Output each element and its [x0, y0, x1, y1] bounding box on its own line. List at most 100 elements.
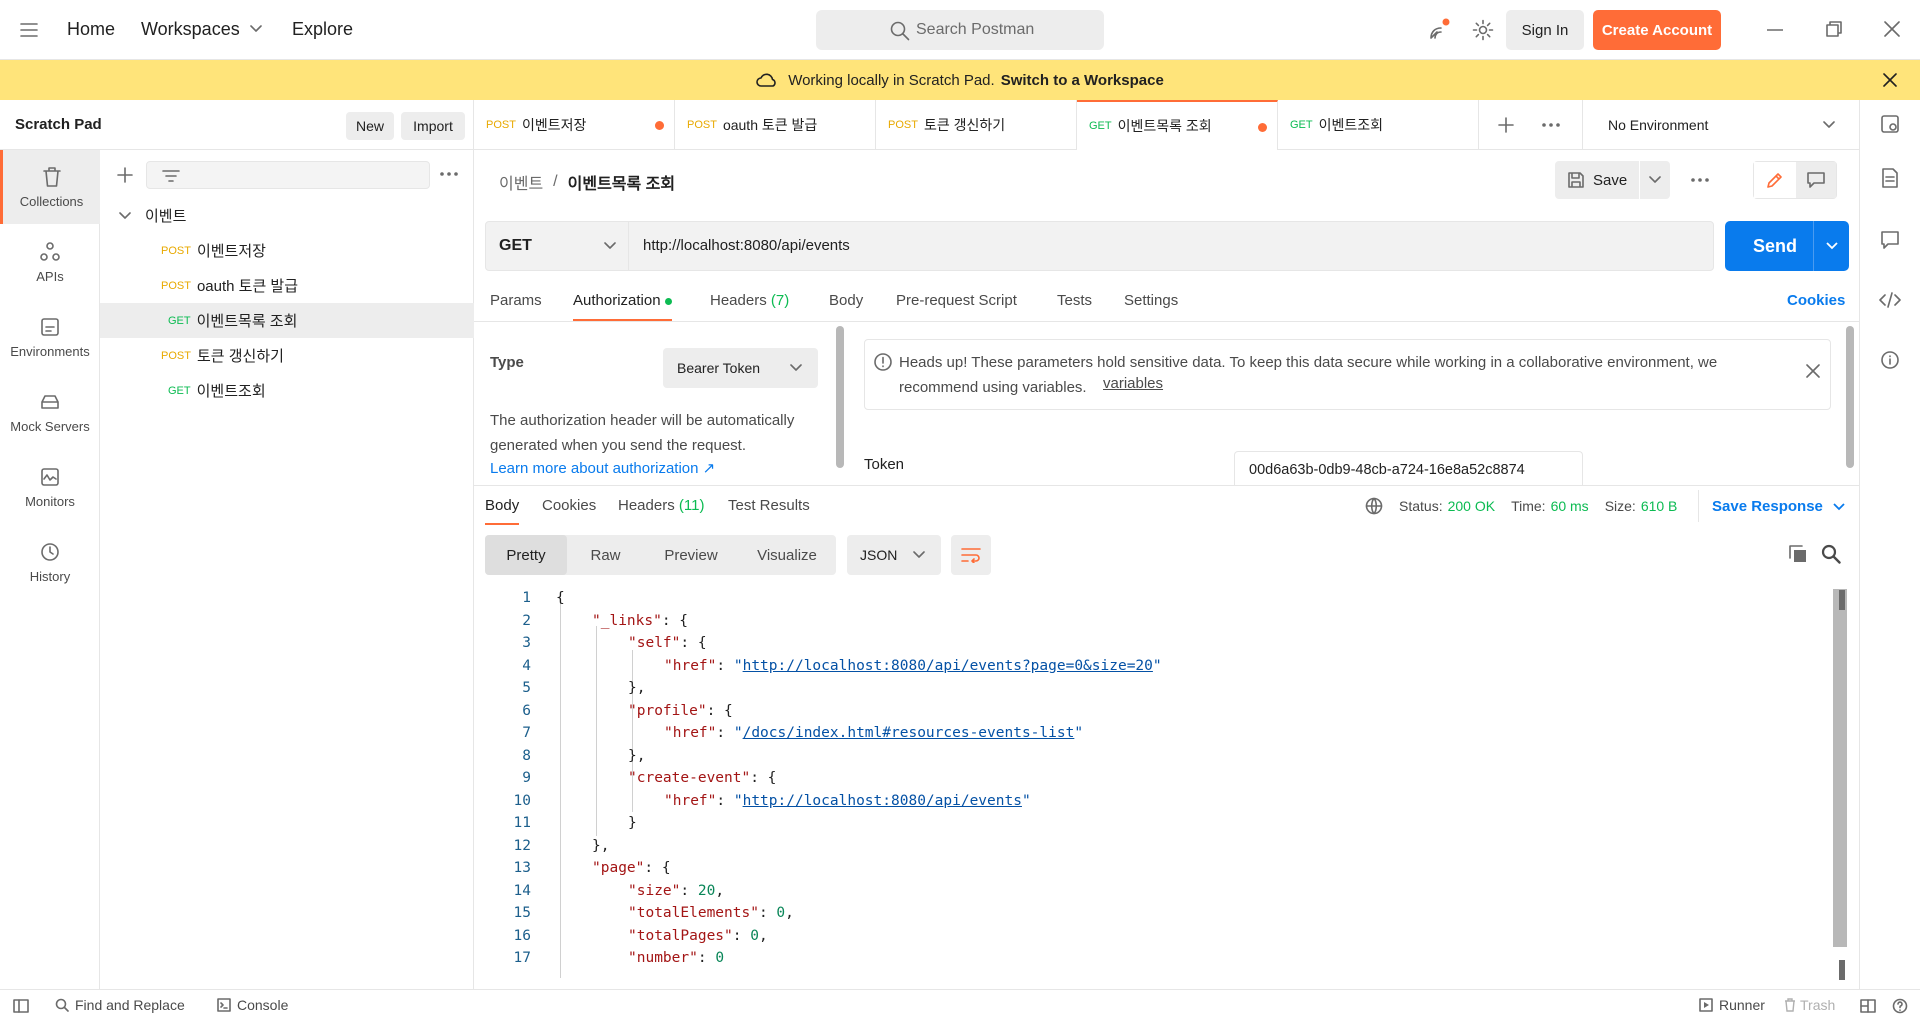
cookies-link[interactable]: Cookies	[1787, 292, 1845, 309]
copy-icon[interactable]	[1788, 544, 1808, 564]
method-select[interactable]: GET	[486, 222, 629, 270]
response-tab-headers[interactable]: Headers (11)	[618, 497, 704, 514]
scroll-thumb[interactable]	[1839, 960, 1845, 980]
nav-environments[interactable]: Environments	[0, 300, 100, 374]
tree-item[interactable]: POST oauth 토큰 발급	[100, 268, 474, 303]
breadcrumb-parent[interactable]: 이벤트	[499, 170, 543, 194]
code-icon[interactable]	[1879, 292, 1901, 308]
variables-link[interactable]: variables	[1103, 375, 1184, 392]
response-tab-body[interactable]: Body	[485, 497, 520, 525]
close-window-icon[interactable]	[1884, 21, 1900, 37]
status-value[interactable]: 200 OK	[1448, 498, 1495, 514]
learn-more-link[interactable]: Learn more about authorization ↗	[490, 459, 715, 477]
environment-quicklook-icon[interactable]	[1880, 114, 1900, 134]
menu-icon[interactable]	[20, 22, 38, 38]
filter-input[interactable]	[146, 161, 430, 189]
tree-item-selected[interactable]: GET 이벤트목록 조회	[100, 303, 474, 338]
close-icon[interactable]	[1806, 364, 1820, 378]
info-icon[interactable]	[1880, 350, 1900, 370]
tab-params[interactable]: Params	[490, 292, 542, 309]
request-tab[interactable]: POST oauth 토큰 발급	[675, 100, 876, 150]
json-token: "href"	[664, 792, 717, 809]
tree-item[interactable]: GET 이벤트조회	[100, 373, 474, 408]
token-input[interactable]: 00d6a63b-0db9-48cb-a724-16e8a52c8874	[1234, 451, 1583, 485]
tab-settings[interactable]: Settings	[1124, 292, 1178, 309]
edit-icon[interactable]	[1754, 162, 1796, 198]
save-button[interactable]: Save	[1555, 161, 1670, 199]
layout-icon[interactable]	[1860, 999, 1876, 1013]
sign-in-button[interactable]: Sign In	[1506, 10, 1584, 50]
nav-workspaces[interactable]: Workspaces	[141, 19, 240, 40]
breadcrumb-current[interactable]: 이벤트목록 조회	[568, 170, 676, 194]
find-replace-button[interactable]: Find and Replace	[55, 997, 185, 1013]
close-icon[interactable]	[1883, 73, 1897, 87]
import-button[interactable]: Import	[401, 112, 465, 140]
request-tab-active[interactable]: GET 이벤트목록 조회	[1077, 100, 1278, 150]
gear-icon[interactable]	[1472, 19, 1494, 41]
view-preview[interactable]: Preview	[644, 547, 738, 564]
switch-workspace-link[interactable]: Switch to a Workspace	[1001, 72, 1164, 89]
view-pretty[interactable]: Pretty	[485, 535, 567, 575]
add-tab-icon[interactable]	[1498, 117, 1514, 133]
request-tab[interactable]: POST 토큰 갱신하기	[876, 100, 1077, 150]
search-icon[interactable]	[1821, 544, 1841, 564]
search-bar[interactable]: Search Postman	[816, 10, 1104, 50]
time-value[interactable]: 60 ms	[1551, 498, 1589, 514]
save-dropdown[interactable]	[1639, 161, 1670, 199]
request-tab[interactable]: POST 이벤트저장	[474, 100, 675, 150]
auth-scrollbar[interactable]	[836, 326, 844, 468]
environment-selector[interactable]: No Environment	[1582, 100, 1859, 150]
view-raw[interactable]: Raw	[567, 547, 644, 564]
view-visualize[interactable]: Visualize	[738, 547, 836, 564]
wrap-lines-icon[interactable]	[951, 535, 991, 575]
more-tabs-icon[interactable]	[1542, 123, 1560, 127]
nav-mock-servers[interactable]: Mock Servers	[0, 375, 100, 449]
restore-icon[interactable]	[1826, 21, 1842, 37]
new-button[interactable]: New	[346, 112, 394, 140]
nav-home[interactable]: Home	[67, 19, 115, 40]
tab-tests[interactable]: Tests	[1057, 292, 1092, 309]
scroll-thumb[interactable]	[1839, 590, 1845, 610]
tab-headers[interactable]: Headers (7)	[710, 292, 789, 309]
nav-monitors[interactable]: Monitors	[0, 450, 100, 524]
satellite-icon[interactable]	[1427, 18, 1451, 42]
sidebar-toggle-icon[interactable]	[13, 999, 29, 1013]
collection-folder[interactable]: 이벤트	[100, 198, 474, 233]
plus-icon[interactable]	[117, 167, 133, 183]
alert-scrollbar[interactable]	[1846, 326, 1854, 468]
more-actions-icon[interactable]	[1691, 178, 1709, 182]
url-input[interactable]: http://localhost:8080/api/events	[643, 237, 850, 254]
more-options-icon[interactable]	[440, 172, 458, 176]
response-tab-cookies[interactable]: Cookies	[542, 497, 596, 514]
json-link[interactable]: /docs/index.html#resources-events-list	[743, 725, 1075, 741]
console-button[interactable]: Console	[217, 997, 288, 1013]
tree-item[interactable]: POST 토큰 갱신하기	[100, 338, 474, 373]
runner-button[interactable]: Runner	[1699, 997, 1765, 1013]
auth-type-select[interactable]: Bearer Token	[663, 348, 818, 388]
json-link[interactable]: http://localhost:8080/api/events	[743, 793, 1022, 809]
minimize-icon[interactable]	[1767, 29, 1783, 31]
send-dropdown[interactable]	[1813, 221, 1849, 271]
tree-item[interactable]: POST 이벤트저장	[100, 233, 474, 268]
save-response-button[interactable]: Save Response	[1712, 498, 1845, 515]
tab-prerequest[interactable]: Pre-request Script	[896, 292, 1017, 309]
help-icon[interactable]	[1892, 998, 1908, 1014]
format-select[interactable]: JSON	[847, 535, 941, 575]
size-value[interactable]: 610 B	[1641, 498, 1678, 514]
nav-explore[interactable]: Explore	[292, 19, 353, 40]
documentation-icon[interactable]	[1881, 168, 1899, 188]
comment-view-icon[interactable]	[1795, 162, 1836, 198]
nav-history[interactable]: History	[0, 525, 100, 599]
trash-button[interactable]: Trash	[1784, 997, 1835, 1013]
comments-icon[interactable]	[1880, 230, 1900, 250]
request-tab[interactable]: GET 이벤트조회	[1278, 100, 1479, 150]
editor-scrollbar[interactable]	[1833, 589, 1847, 947]
create-account-button[interactable]: Create Account	[1593, 10, 1721, 50]
response-tab-test-results[interactable]: Test Results	[728, 497, 810, 514]
tab-authorization[interactable]: Authorization	[573, 292, 672, 321]
nav-collections[interactable]: Collections	[0, 150, 100, 224]
json-link[interactable]: http://localhost:8080/api/events?page=0&…	[743, 658, 1153, 674]
tab-body[interactable]: Body	[829, 292, 863, 309]
send-button[interactable]: Send	[1725, 221, 1849, 271]
nav-apis[interactable]: APIs	[0, 225, 100, 299]
